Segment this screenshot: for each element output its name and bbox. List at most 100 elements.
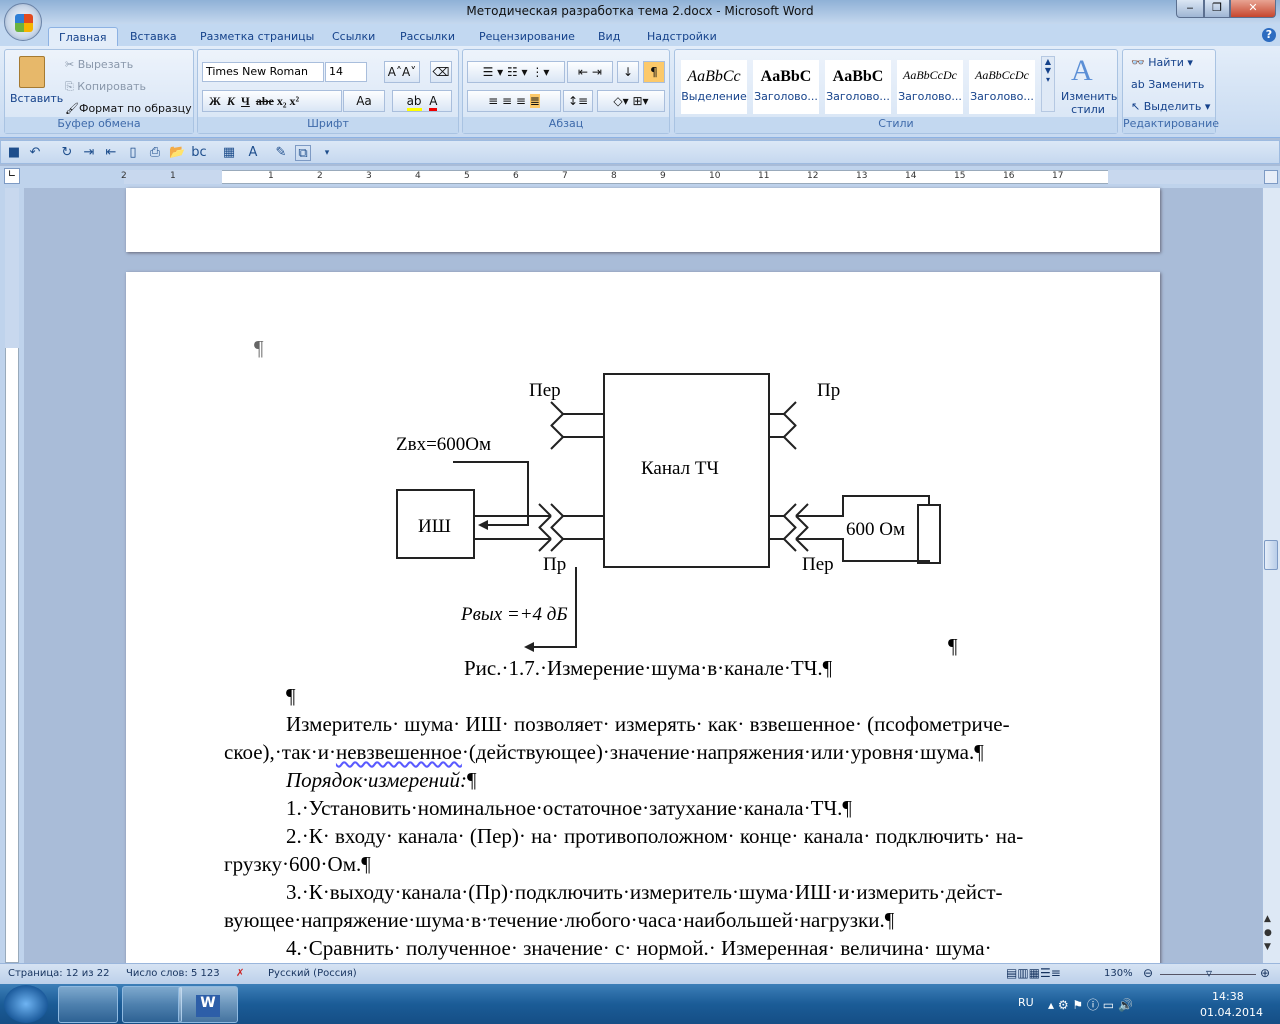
page-current[interactable]: ¶ Пер Пр Zвх=600Ом Канал ТЧ ИШ Пр Пер 60…: [126, 272, 1160, 972]
zoom-slider-thumb[interactable]: ▿: [1206, 966, 1212, 980]
style-heading-1[interactable]: AaBbC Заголово...: [753, 60, 819, 114]
outdent-icon[interactable]: ⇤: [103, 145, 119, 161]
grow-shrink-font-buttons[interactable]: A˄A˅: [384, 61, 420, 83]
font-style-buttons[interactable]: Ж К Ч abe x₂ x²: [202, 90, 342, 112]
highlight-icon: ab: [406, 94, 422, 111]
print-icon[interactable]: ⎙: [147, 145, 163, 161]
clock-time[interactable]: 14:38: [1212, 990, 1244, 1003]
font-size-select[interactable]: 14: [325, 62, 367, 82]
redo-icon[interactable]: ↻: [59, 145, 75, 161]
input-language[interactable]: RU: [1018, 996, 1034, 1009]
style-heading-2[interactable]: AaBbC Заголово...: [825, 60, 891, 114]
ruler-number: 5: [464, 171, 470, 181]
line-spacing-button[interactable]: ↕≡: [563, 90, 593, 112]
scrollbar-thumb[interactable]: [1264, 540, 1278, 570]
new-document-icon[interactable]: ▯: [125, 145, 141, 161]
find-button[interactable]: 👓 Найти ▾: [1131, 56, 1193, 69]
show-marks-button[interactable]: ¶: [643, 61, 665, 83]
start-button[interactable]: [4, 985, 48, 1023]
copy-button[interactable]: ⎘ Копировать: [65, 80, 146, 94]
taskbar-app-word[interactable]: W: [178, 986, 238, 1023]
save-icon[interactable]: ■: [6, 145, 22, 161]
tab-mailings[interactable]: Рассылки: [400, 27, 455, 47]
clear-formatting-button[interactable]: ⌫: [430, 61, 452, 83]
ruler-number: 14: [905, 171, 917, 181]
replace-button[interactable]: ab Заменить: [1131, 78, 1204, 91]
title-bar: Методическая разработка тема 2.docx - Mi…: [0, 0, 1280, 24]
tab-view[interactable]: Вид: [598, 27, 620, 47]
underline-button[interactable]: Ч: [241, 94, 250, 108]
zoom-out-button[interactable]: ⊖: [1143, 966, 1153, 980]
format-painter-button[interactable]: 🖌Формат по образцу: [65, 102, 192, 115]
tab-review[interactable]: Рецензирование: [479, 27, 575, 47]
taskbar-app-solitaire[interactable]: [58, 986, 118, 1023]
minimize-button[interactable]: ‒: [1176, 0, 1204, 18]
tab-home[interactable]: Главная: [48, 27, 118, 47]
sort-button[interactable]: ↓: [617, 61, 639, 83]
italic-button[interactable]: К: [227, 94, 235, 108]
highlight-and-color-buttons[interactable]: ab A: [392, 90, 452, 112]
tab-references[interactable]: Ссылки: [332, 27, 375, 47]
body-line: Порядок·измерений:¶: [286, 768, 477, 792]
view-buttons[interactable]: ▤▥▦☰≡: [1006, 966, 1061, 980]
restore-button[interactable]: ❐: [1204, 0, 1230, 18]
bold-button[interactable]: Ж: [209, 94, 221, 108]
customize-qat-icon[interactable]: ▾: [319, 145, 335, 161]
ruler-number: 9: [660, 171, 666, 181]
ruler-number: 2: [317, 171, 323, 181]
paragraph-mark: ¶: [948, 634, 958, 658]
tab-insert[interactable]: Вставка: [130, 27, 177, 47]
styles-scroll-buttons[interactable]: ▲ ▼ ▾: [1041, 56, 1055, 112]
select-button[interactable]: ↖ Выделить ▾: [1131, 100, 1210, 113]
scissors-icon: ✂: [65, 58, 78, 71]
hyphenation-icon[interactable]: bc: [191, 145, 207, 161]
view-ruler-icon[interactable]: [1264, 170, 1278, 184]
strike-button[interactable]: abe: [256, 94, 274, 108]
ruler-number: 16: [1003, 171, 1015, 181]
page-count[interactable]: Страница: 12 из 22: [8, 968, 109, 979]
superscript-button[interactable]: x²: [289, 94, 299, 108]
indent-icon[interactable]: ⇥: [81, 145, 97, 161]
shading-borders-buttons[interactable]: ◇▾ ⊞▾: [597, 90, 665, 112]
subscript-button[interactable]: x₂: [277, 94, 287, 108]
ruler-strip: [124, 170, 1264, 184]
tab-page-layout[interactable]: Разметка страницы: [200, 27, 314, 47]
change-case-button[interactable]: Aa: [343, 90, 385, 112]
clipboard-group: Вставить ✂ Вырезать ⎘ Копировать 🖌Формат…: [4, 49, 194, 134]
help-icon[interactable]: ?: [1262, 28, 1276, 42]
status-bar: Страница: 12 из 22 Число слов: 5 123 ✗ Р…: [0, 963, 1280, 984]
language[interactable]: Русский (Россия): [268, 968, 357, 979]
office-button[interactable]: [4, 3, 42, 41]
style-heading-3[interactable]: AaBbCcDc Заголово...: [897, 60, 963, 114]
paste-button[interactable]: Вставить: [10, 92, 63, 105]
clock-date[interactable]: 01.04.2014: [1200, 1006, 1263, 1019]
style-emphasis[interactable]: AaBbCc Выделение: [681, 60, 747, 114]
scroll-nav-buttons[interactable]: ▲ ● ▼: [1264, 912, 1272, 954]
taskbar-app-explorer[interactable]: [122, 986, 182, 1023]
tab-addins[interactable]: Надстройки: [647, 27, 717, 47]
change-styles-button[interactable]: Изменить стили: [1061, 90, 1117, 116]
vertical-scrollbar[interactable]: [1262, 188, 1280, 963]
cut-button[interactable]: ✂ Вырезать: [65, 58, 133, 71]
undo-icon[interactable]: ↶: [27, 145, 43, 161]
indent-buttons[interactable]: ⇤ ⇥: [567, 61, 613, 83]
font-name-select[interactable]: Times New Roman: [202, 62, 324, 82]
window-icon[interactable]: ⧉: [295, 145, 311, 161]
table-icon[interactable]: ▦: [221, 145, 237, 161]
list-buttons[interactable]: ☰ ▾ ☷ ▾ ⋮▾: [467, 61, 565, 83]
ruler-number: 12: [807, 171, 819, 181]
body-line: 4.·Сравнить· полученное· значение· с· но…: [286, 936, 992, 960]
close-button[interactable]: ✕: [1230, 0, 1276, 18]
style-heading-4[interactable]: AaBbCcDc Заголово...: [969, 60, 1035, 114]
word-count[interactable]: Число слов: 5 123: [126, 968, 220, 979]
noise-measurement-diagram: Пер Пр Zвх=600Ом Канал ТЧ ИШ Пр Пер 600 …: [396, 373, 941, 652]
zoom-level[interactable]: 130%: [1104, 968, 1133, 979]
proofing-icon[interactable]: ✗: [236, 968, 244, 979]
zoom-in-button[interactable]: ⊕: [1260, 966, 1270, 980]
tab-stop-selector[interactable]: ∟: [4, 168, 20, 184]
text-style-icon[interactable]: A: [245, 145, 261, 161]
align-buttons[interactable]: ≡ ≡ ≡ ≣: [467, 90, 561, 112]
draw-icon[interactable]: ✎: [273, 145, 289, 161]
open-icon[interactable]: 📂: [169, 145, 185, 161]
tray-icons[interactable]: ▴ ⚙ ⚑ ⓘ ▭ 🔊: [1048, 996, 1133, 1013]
